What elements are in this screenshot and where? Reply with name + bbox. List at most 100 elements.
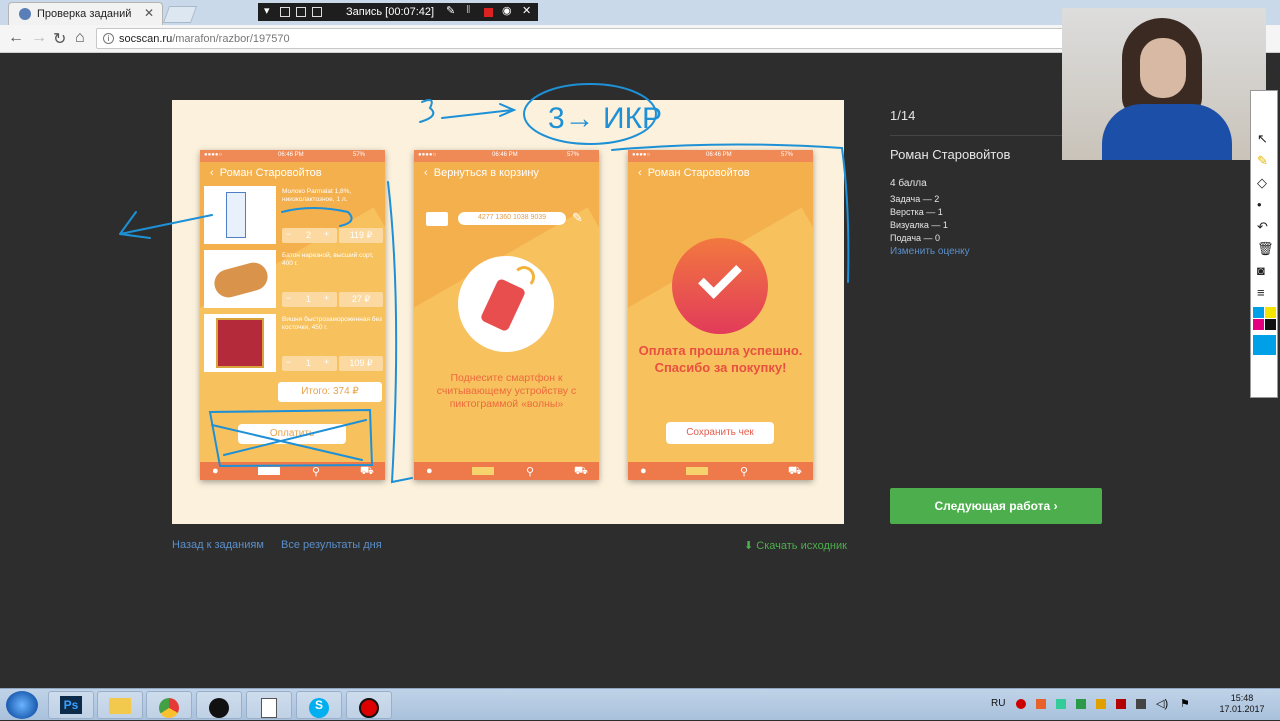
card-icon[interactable] <box>258 467 280 475</box>
item-description: Молоко Parmalat 1,8%, ниизколактозное, 1… <box>282 188 352 203</box>
clock-time: 15:48 <box>1230 693 1254 703</box>
forward-arrow-icon[interactable]: → <box>31 29 47 47</box>
back-to-tasks-link[interactable]: Назад к заданиям <box>172 539 264 551</box>
quantity-stepper[interactable]: − 1 + <box>282 292 337 307</box>
pen-icon[interactable]: ✎ <box>446 4 456 17</box>
info-icon[interactable]: i <box>103 33 114 44</box>
tray-icon[interactable] <box>1036 699 1046 709</box>
tray-icon[interactable] <box>1076 699 1086 709</box>
tray-icon[interactable] <box>1116 699 1126 709</box>
minus-icon[interactable]: − <box>286 357 291 367</box>
screen-header[interactable]: ‹ Вернуться в корзину <box>414 162 599 184</box>
color-cyan-swatch[interactable] <box>1253 307 1264 318</box>
flag-icon[interactable]: ⚑ <box>1180 697 1190 710</box>
photoshop-taskbar-icon[interactable]: Ps <box>48 691 94 719</box>
taskbar-clock[interactable]: 15:48 17.01.2017 <box>1212 693 1272 715</box>
recorder-taskbar-icon[interactable] <box>346 691 392 719</box>
download-label: Скачать исходник <box>756 540 847 552</box>
pause-icon[interactable]: ‖ <box>466 4 476 16</box>
explorer-taskbar-icon[interactable] <box>97 691 143 719</box>
download-source-link[interactable]: ⬇ Скачать исходник <box>744 539 847 552</box>
cursor-icon[interactable]: ↖ <box>1257 131 1268 147</box>
skype-taskbar-icon[interactable]: S <box>296 691 342 719</box>
work-preview-card: ●●●●○ 06:46 PM 57% ‹ Роман Старовойтов М… <box>172 100 844 524</box>
plus-icon[interactable]: + <box>324 293 329 303</box>
tray-icon[interactable] <box>1056 699 1066 709</box>
pay-button[interactable]: Оплатить <box>238 424 346 444</box>
highlighter-icon[interactable]: ✎ <box>1257 153 1268 169</box>
close-tab-icon[interactable]: ✕ <box>144 6 154 20</box>
plus-icon[interactable]: + <box>324 229 329 239</box>
save-receipt-button[interactable]: Сохранить чек <box>666 422 774 444</box>
home-icon[interactable]: ⌂ <box>75 29 85 47</box>
close-recorder-icon[interactable]: ✕ <box>522 4 532 17</box>
location-icon[interactable]: ⚲ <box>312 465 320 478</box>
minus-icon[interactable]: − <box>286 293 291 303</box>
current-color-swatch[interactable] <box>1253 335 1276 355</box>
card-number-field[interactable]: 4277 1360 1038 9039 <box>458 212 566 225</box>
stop-icon[interactable] <box>484 8 493 17</box>
undo-icon[interactable]: ↶ <box>1257 219 1268 235</box>
cart-icon[interactable]: ⛟ <box>574 465 588 479</box>
camera-icon[interactable]: ◉ <box>502 4 512 17</box>
zoom-icon[interactable] <box>296 7 306 17</box>
reload-icon[interactable]: ↻ <box>53 29 66 49</box>
start-button[interactable] <box>6 691 38 719</box>
app-taskbar-icon[interactable] <box>196 691 242 719</box>
url-path: /marafon/razbor/197570 <box>172 33 290 45</box>
trash-icon[interactable]: 🗑 <box>1257 241 1274 257</box>
quantity-stepper[interactable]: − 2 + <box>282 228 337 243</box>
profile-icon[interactable]: ● <box>212 465 219 477</box>
cart-total: Итого: 374 ₽ <box>278 382 382 402</box>
color-black-swatch[interactable] <box>1265 319 1276 330</box>
document-taskbar-icon[interactable] <box>246 691 292 719</box>
plus-icon[interactable]: + <box>324 357 329 367</box>
edit-icon[interactable]: ✎ <box>572 210 583 226</box>
status-bar: ●●●●○ 06:46 PM 57% <box>200 150 385 162</box>
screen-header[interactable]: ‹ Роман Старовойтов <box>200 162 385 184</box>
url-input[interactable]: i socscan.ru/marafon/razbor/197570 <box>96 28 1066 49</box>
location-icon[interactable]: ⚲ <box>526 465 534 478</box>
item-price: 119 ₽ <box>339 228 383 243</box>
language-indicator[interactable]: RU <box>991 698 1005 709</box>
window-icon[interactable] <box>280 7 290 17</box>
color-magenta-swatch[interactable] <box>1253 319 1264 330</box>
nfc-instruction: Поднесите смартфон к считывающему устрой… <box>436 372 577 410</box>
tray-icon[interactable] <box>1136 699 1146 709</box>
tray-icon[interactable] <box>1096 699 1106 709</box>
cart-icon[interactable]: ⛟ <box>360 465 374 479</box>
location-icon[interactable]: ⚲ <box>740 465 748 478</box>
camera-icon[interactable]: ◙ <box>1257 263 1265 278</box>
card-icon[interactable] <box>686 467 708 475</box>
volume-icon[interactable]: ◁) <box>1156 697 1168 710</box>
region-icon[interactable] <box>312 7 322 17</box>
card-icon[interactable] <box>472 467 494 475</box>
site-favicon-icon <box>19 8 31 20</box>
nfc-phone-icon <box>458 256 554 352</box>
color-yellow-swatch[interactable] <box>1265 307 1276 318</box>
eraser-icon[interactable]: ◇ <box>1257 175 1267 191</box>
quantity-value: 2 <box>306 230 312 240</box>
new-tab-button[interactable] <box>162 6 198 23</box>
quantity-value: 1 <box>306 294 312 304</box>
browser-tab[interactable]: Проверка заданий ✕ <box>8 2 163 25</box>
dropdown-icon[interactable]: ▾ <box>264 4 274 17</box>
minus-icon[interactable]: − <box>286 229 291 239</box>
back-arrow-icon[interactable]: ← <box>8 29 24 47</box>
tray-icon[interactable] <box>1016 699 1026 709</box>
item-description: Вишня быстрозамороженная без косточки, 4… <box>282 316 382 331</box>
change-score-link[interactable]: Изменить оценку <box>890 246 970 257</box>
profile-icon[interactable]: ● <box>426 465 433 477</box>
profile-icon[interactable]: ● <box>640 465 647 477</box>
notes-icon[interactable]: ≡ <box>1257 285 1265 300</box>
next-work-button[interactable]: Следующая работа › <box>890 488 1102 524</box>
all-results-link[interactable]: Все результаты дня <box>281 539 382 551</box>
quantity-stepper[interactable]: − 1 + <box>282 356 337 371</box>
header-title: Роман Старовойтов <box>647 167 750 179</box>
score-visual: Визуалка — 1 <box>890 220 948 230</box>
cart-icon[interactable]: ⛟ <box>788 465 802 479</box>
dot-icon[interactable]: • <box>1257 197 1262 212</box>
screen-header[interactable]: ‹ Роман Старовойтов <box>628 162 813 184</box>
success-check-icon <box>672 238 768 334</box>
chrome-taskbar-icon[interactable] <box>146 691 192 719</box>
